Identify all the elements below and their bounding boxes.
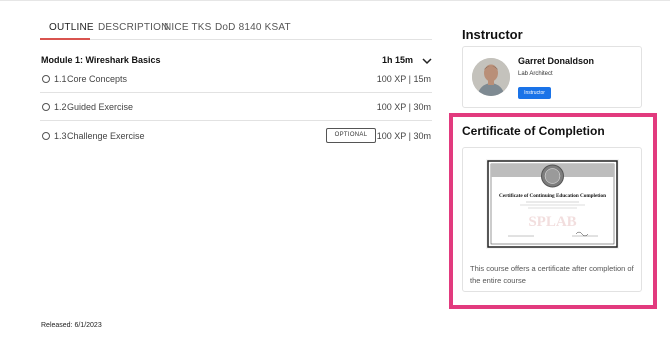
- lesson-number: 1.2: [54, 102, 67, 112]
- lesson-meta: 100 XP | 30m: [376, 102, 431, 112]
- instructor-photo: [472, 58, 510, 96]
- circle-outline-icon: [42, 132, 50, 140]
- circle-outline-icon: [42, 75, 50, 83]
- module-duration: 1h 15m: [382, 55, 414, 65]
- instructor-card: Garret Donaldson Lab Architect Instructo…: [462, 46, 642, 108]
- lesson-number: 1.1: [54, 74, 67, 84]
- avatar: [472, 58, 510, 96]
- lesson-row[interactable]: 1.2 Guided Exercise 100 XP | 30m: [40, 93, 432, 121]
- lesson-title[interactable]: Challenge Exercise: [67, 131, 145, 141]
- circle-outline-icon: [42, 103, 50, 111]
- certificate-image: SPLAB Certificate of Continuing Educatio…: [486, 159, 619, 249]
- certificate-description: This course offers a certificate after c…: [470, 264, 634, 285]
- certificate-image-title: Certificate of Continuing Education Comp…: [499, 193, 606, 199]
- instructor-role: Lab Architect: [518, 71, 553, 77]
- lesson-meta: 100 XP | 30m: [376, 131, 431, 141]
- lesson-meta: 100 XP | 15m: [376, 74, 431, 84]
- release-date: Released: 6/1/2023: [41, 322, 102, 329]
- lesson-title[interactable]: Guided Exercise: [67, 102, 133, 112]
- instructor-heading: Instructor: [462, 27, 523, 42]
- certificate-card: SPLAB Certificate of Continuing Educatio…: [462, 147, 642, 292]
- lesson-number: 1.3: [54, 131, 67, 141]
- lesson-row[interactable]: 1.3 Challenge Exercise OPTIONAL 100 XP |…: [40, 121, 432, 151]
- tab-description[interactable]: DESCRIPTION: [98, 22, 169, 33]
- tab-nice-tks[interactable]: NICE TKS: [164, 22, 212, 33]
- tab-outline[interactable]: OUTLINE: [49, 22, 94, 33]
- tab-dod-8140-ksat[interactable]: DoD 8140 KSAT: [215, 22, 291, 33]
- certificate-heading: Certificate of Completion: [462, 124, 605, 138]
- outline-tabs: OUTLINE DESCRIPTION NICE TKS DoD 8140 KS…: [40, 18, 432, 40]
- instructor-badge: Instructor: [518, 87, 551, 99]
- optional-button[interactable]: OPTIONAL: [326, 128, 376, 143]
- lesson-row[interactable]: 1.1 Core Concepts 100 XP | 15m: [40, 65, 432, 93]
- top-divider: [0, 0, 670, 1]
- active-tab-underline: [40, 38, 90, 40]
- lesson-title[interactable]: Core Concepts: [67, 74, 127, 84]
- certificate-watermark: SPLAB: [528, 214, 576, 230]
- instructor-name: Garret Donaldson: [518, 56, 595, 66]
- module-title[interactable]: Module 1: Wireshark Basics: [41, 55, 160, 65]
